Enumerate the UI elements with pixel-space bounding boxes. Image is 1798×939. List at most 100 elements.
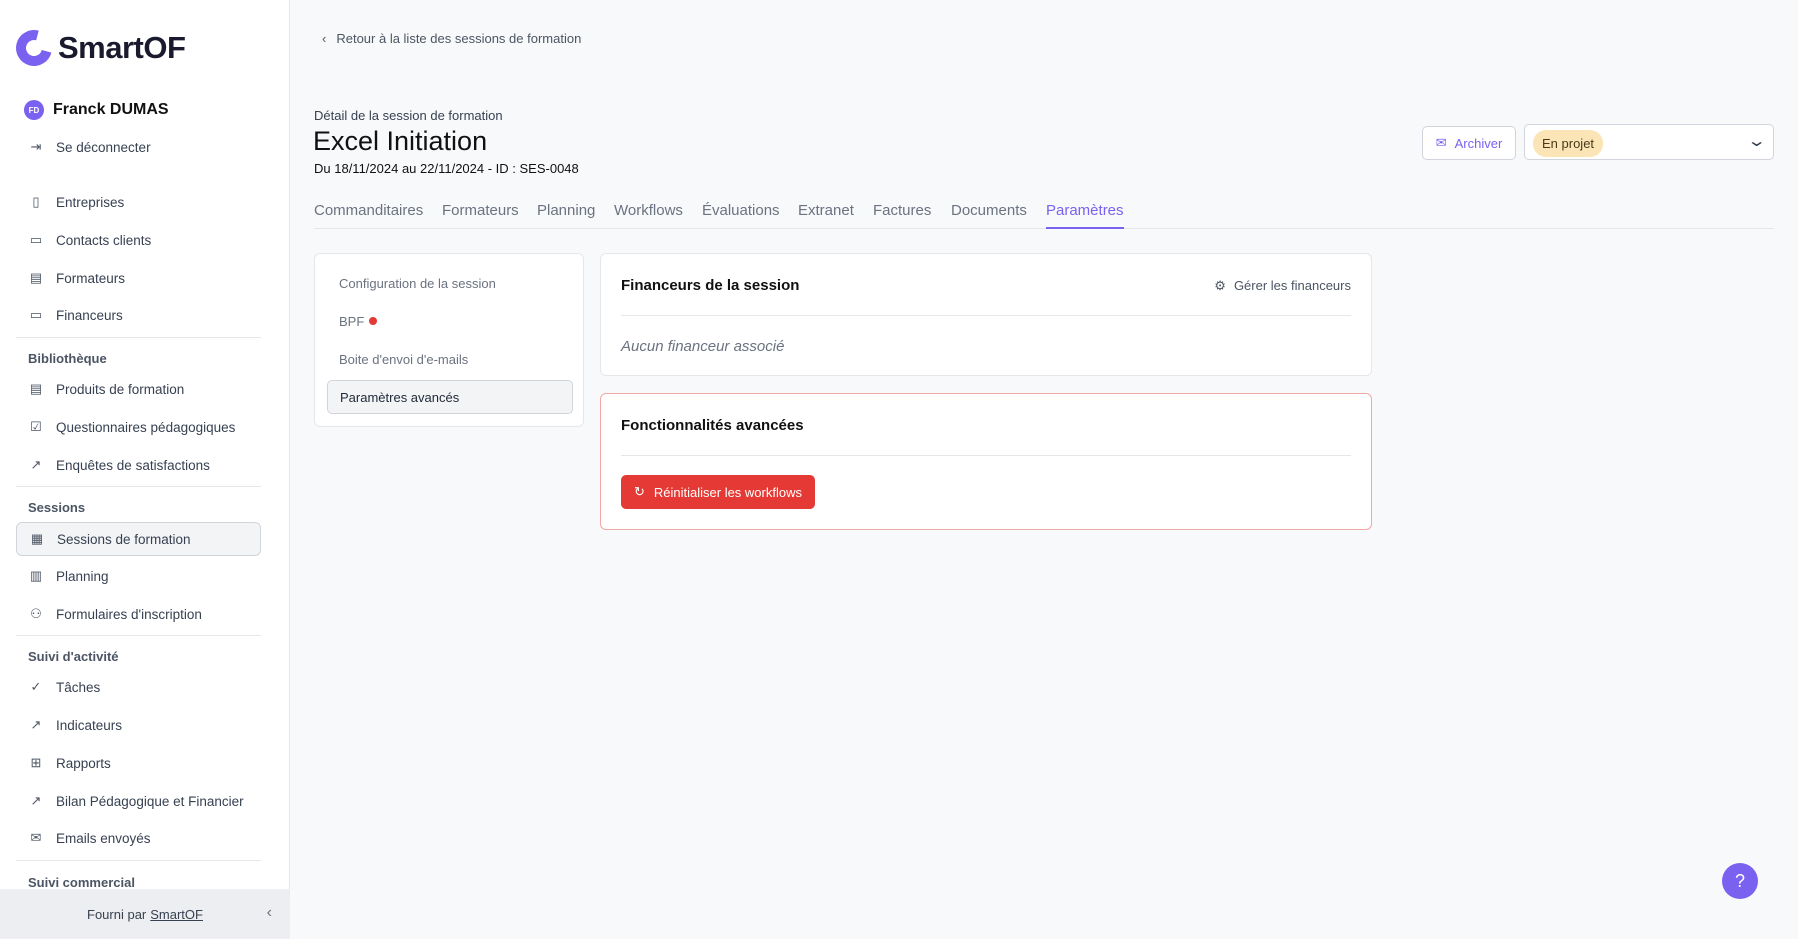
label: Sessions de formation bbox=[57, 531, 191, 547]
sidebar-item-taches[interactable]: ✓ Tâches bbox=[16, 670, 261, 704]
menu-item-parametres-avances[interactable]: Paramètres avancés bbox=[327, 380, 573, 414]
tab-formateurs[interactable]: Formateurs bbox=[442, 202, 519, 229]
collapse-sidebar-icon[interactable]: ‹ bbox=[267, 904, 272, 922]
logo[interactable]: SmartOF bbox=[9, 23, 186, 73]
label: Paramètres avancés bbox=[340, 389, 460, 405]
table-icon: ⊞ bbox=[30, 755, 42, 770]
tab-planning[interactable]: Planning bbox=[537, 202, 595, 229]
chart-icon: ↗ bbox=[30, 457, 42, 472]
sidebar-item-questionnaires[interactable]: ☑ Questionnaires pédagogiques bbox=[16, 410, 261, 444]
sidebar-item-contacts[interactable]: ▭ Contacts clients bbox=[16, 223, 261, 257]
divider bbox=[16, 337, 261, 338]
chart-icon: ↗ bbox=[30, 793, 42, 808]
status-select[interactable]: En projet ⌄ bbox=[1524, 124, 1774, 160]
map-icon: ▥ bbox=[29, 568, 43, 583]
logout-label: Se déconnecter bbox=[56, 139, 151, 155]
briefcase-icon: ▤ bbox=[29, 270, 43, 285]
section-suivi-activite: Suivi d'activité bbox=[28, 649, 119, 664]
label: Contacts clients bbox=[56, 232, 152, 248]
document-icon: ▤ bbox=[29, 381, 43, 396]
help-button[interactable]: ? bbox=[1722, 863, 1758, 899]
label: Planning bbox=[56, 568, 109, 584]
logout-button[interactable]: ⇥ Se déconnecter bbox=[16, 130, 261, 164]
menu-item-bpf[interactable]: BPF bbox=[327, 304, 573, 338]
financeurs-card: Financeurs de la session ⚙ Gérer les fina… bbox=[600, 253, 1372, 376]
empty-financeurs-text: Aucun financeur associé bbox=[621, 338, 785, 355]
label: Questionnaires pédagogiques bbox=[56, 419, 236, 435]
tab-workflows[interactable]: Workflows bbox=[614, 202, 683, 229]
divider bbox=[16, 486, 261, 487]
gear-icon: ⚙ bbox=[1214, 278, 1226, 293]
advanced-title: Fonctionnalités avancées bbox=[621, 417, 804, 434]
building-icon: ▯ bbox=[32, 194, 40, 209]
sidebar-footer: Fourni par SmartOF ‹ bbox=[0, 889, 290, 939]
tabs: Commanditaires Formateurs Planning Workf… bbox=[314, 202, 1774, 229]
section-sessions: Sessions bbox=[28, 500, 86, 515]
sidebar-item-entreprises[interactable]: ▯ Entreprises bbox=[16, 185, 261, 219]
session-dates: Du 18/11/2024 au 22/11/2024 - ID : SES-0… bbox=[314, 161, 579, 176]
label: Rapports bbox=[56, 755, 111, 771]
logout-icon: ⇥ bbox=[30, 139, 42, 154]
label: Produits de formation bbox=[56, 381, 185, 397]
tab-evaluations[interactable]: Évaluations bbox=[702, 202, 780, 229]
avatar: FD bbox=[24, 100, 44, 120]
tab-parametres[interactable]: Paramètres bbox=[1046, 202, 1124, 229]
label: Réinitialiser les workflows bbox=[653, 484, 802, 500]
user-profile[interactable]: FD Franck DUMAS bbox=[24, 100, 169, 120]
tab-documents[interactable]: Documents bbox=[951, 202, 1027, 229]
label: Indicateurs bbox=[56, 717, 123, 733]
section-suivi-commercial: Suivi commercial bbox=[28, 875, 135, 890]
sidebar-item-emails[interactable]: ✉ Emails envoyés bbox=[16, 821, 261, 855]
label: Gérer les financeurs bbox=[1233, 278, 1351, 293]
tab-extranet[interactable]: Extranet bbox=[798, 202, 854, 229]
label: Formateurs bbox=[56, 270, 126, 286]
contact-card-icon: ▭ bbox=[29, 232, 43, 247]
sidebar-item-formateurs[interactable]: ▤ Formateurs bbox=[16, 261, 261, 295]
chart-icon: ↗ bbox=[30, 717, 42, 732]
label: Enquêtes de satisfactions bbox=[56, 457, 210, 473]
tab-commanditaires[interactable]: Commanditaires bbox=[314, 202, 423, 229]
sidebar-item-rapports[interactable]: ⊞ Rapports bbox=[16, 746, 261, 780]
mail-icon: ✉ bbox=[30, 830, 42, 845]
tab-factures[interactable]: Factures bbox=[873, 202, 931, 229]
credit-card-icon: ▭ bbox=[29, 307, 43, 322]
sidebar-item-indicateurs[interactable]: ↗ Indicateurs bbox=[16, 708, 261, 742]
refresh-icon: ↻ bbox=[633, 484, 645, 499]
user-name: Franck DUMAS bbox=[53, 101, 169, 118]
settings-menu: Configuration de la session BPF Boite d'… bbox=[314, 253, 584, 427]
archive-label: Archiver bbox=[1454, 135, 1503, 151]
page-subtitle: Détail de la session de formation bbox=[314, 108, 503, 123]
sidebar-item-formulaires[interactable]: ⚇ Formulaires d'inscription bbox=[16, 597, 261, 631]
sidebar-item-produits[interactable]: ▤ Produits de formation bbox=[16, 372, 261, 406]
financeurs-title: Financeurs de la session bbox=[621, 277, 800, 294]
alert-dot-icon bbox=[369, 317, 378, 325]
divider bbox=[621, 315, 1351, 316]
manage-financeurs-button[interactable]: ⚙ Gérer les financeurs bbox=[1214, 278, 1351, 294]
logo-icon bbox=[9, 23, 59, 73]
calendar-icon: ▦ bbox=[30, 531, 44, 546]
status-badge: En projet bbox=[1533, 130, 1604, 157]
back-link[interactable]: ‹ Retour à la liste des sessions de forma… bbox=[322, 31, 581, 46]
chevron-left-icon: ‹ bbox=[322, 31, 327, 46]
sidebar-item-sessions-formation[interactable]: ▦ Sessions de formation bbox=[16, 522, 261, 556]
divider bbox=[16, 635, 261, 636]
page-title: Excel Initiation bbox=[313, 126, 488, 156]
archive-button[interactable]: ✉ Archiver bbox=[1422, 126, 1516, 160]
label: Entreprises bbox=[56, 194, 125, 210]
sidebar-item-bilan[interactable]: ↗ Bilan Pédagogique et Financier bbox=[16, 784, 261, 818]
brand-name: SmartOF bbox=[58, 30, 186, 65]
menu-item-boite-envoi[interactable]: Boite d'envoi d'e-mails bbox=[327, 342, 573, 376]
section-bibliotheque: Bibliothèque bbox=[28, 351, 107, 366]
checkbox-icon: ☑ bbox=[30, 419, 42, 434]
label: Tâches bbox=[56, 679, 101, 695]
menu-item-configuration[interactable]: Configuration de la session bbox=[327, 266, 573, 300]
label: Emails envoyés bbox=[56, 830, 151, 846]
reset-workflows-button[interactable]: ↻ Réinitialiser les workflows bbox=[621, 475, 815, 509]
sidebar-item-enquetes[interactable]: ↗ Enquêtes de satisfactions bbox=[16, 448, 261, 482]
back-label: Retour à la liste des sessions de format… bbox=[336, 31, 582, 46]
sidebar: SmartOF FD Franck DUMAS ⇥ Se déconnecter ▯… bbox=[0, 0, 290, 939]
label: Bilan Pédagogique et Financier bbox=[56, 793, 244, 809]
smartof-link[interactable]: SmartOF bbox=[150, 907, 203, 922]
sidebar-item-planning[interactable]: ▥ Planning bbox=[16, 559, 261, 593]
sidebar-item-financeurs[interactable]: ▭ Financeurs bbox=[16, 298, 261, 332]
